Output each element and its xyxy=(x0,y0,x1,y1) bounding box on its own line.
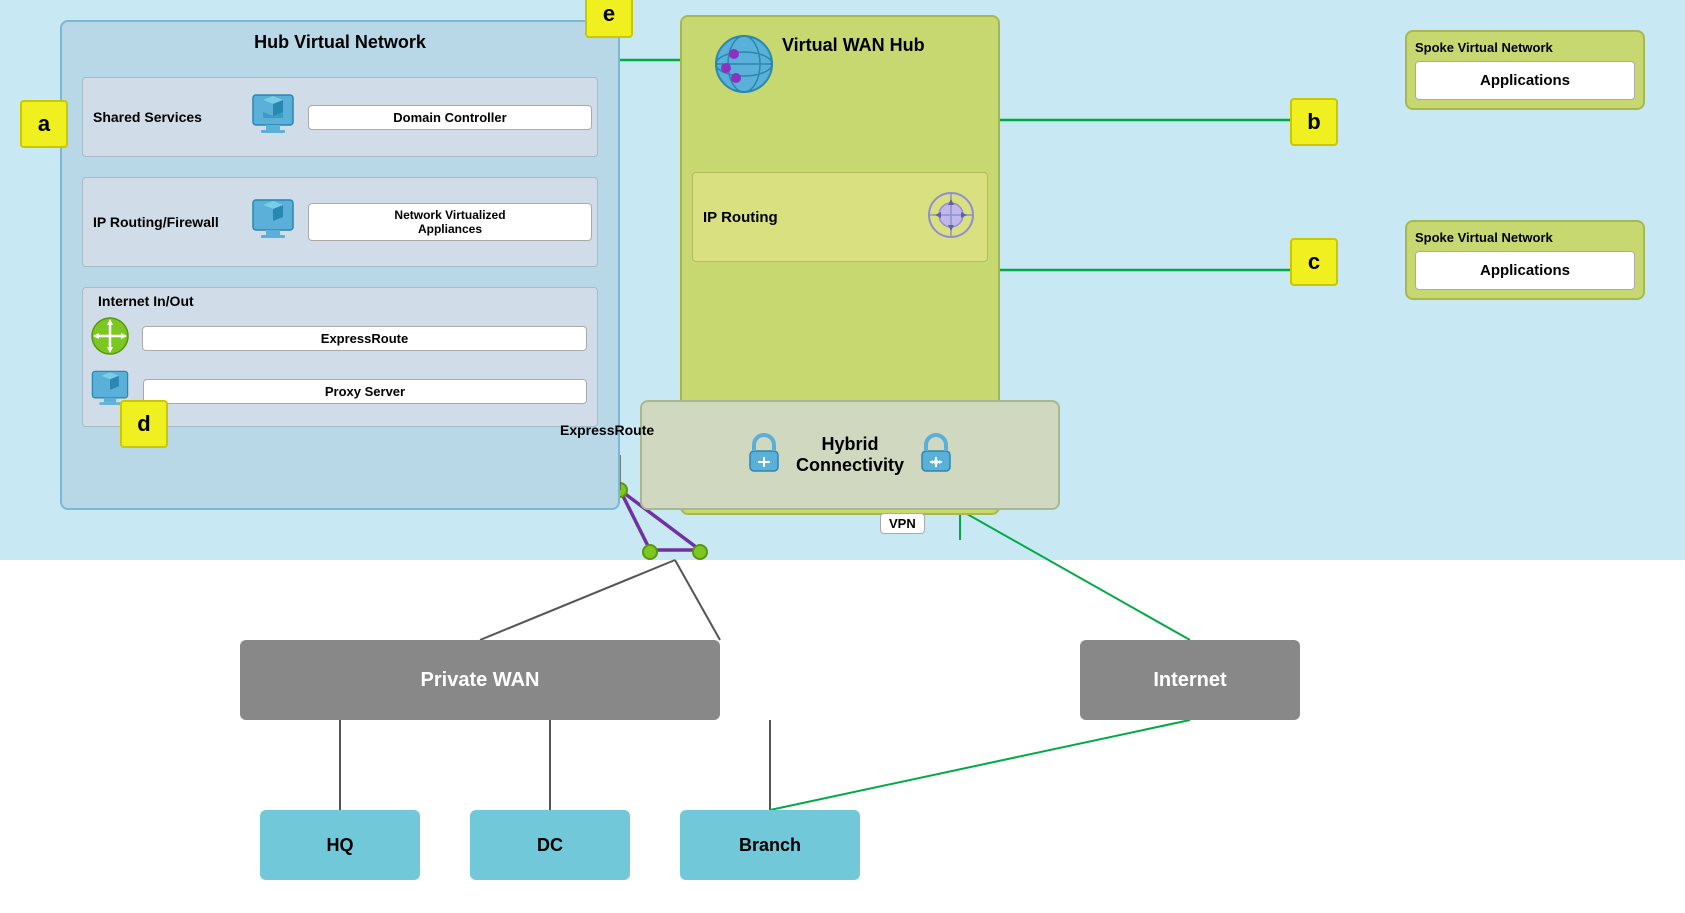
label-e: e xyxy=(585,0,633,38)
wan-ip-routing-icon xyxy=(925,189,977,246)
private-wan-box: Private WAN xyxy=(240,640,720,720)
label-d: d xyxy=(120,400,168,448)
spoke-vnet-bottom: Spoke Virtual Network Applications xyxy=(1405,220,1645,300)
label-c: c xyxy=(1290,238,1338,286)
spoke-vnet-top: Spoke Virtual Network Applications xyxy=(1405,30,1645,110)
wan-hub-title: Virtual WAN Hub xyxy=(782,35,925,56)
app-gateway-icon xyxy=(88,314,132,363)
wan-ip-routing-label: IP Routing xyxy=(703,209,925,226)
hq-terminal: HQ xyxy=(260,810,420,880)
internet-box: Internet xyxy=(1080,640,1300,720)
hybrid-connectivity-title: HybridConnectivity xyxy=(796,434,904,476)
domain-controller-box: Domain Controller xyxy=(308,105,592,130)
ip-routing-section: IP Routing/Firewall Network VirtualizedA… xyxy=(82,177,598,267)
vpn-label: VPN xyxy=(880,513,925,534)
ip-routing-icon xyxy=(243,195,303,250)
expressroute-label: ExpressRoute xyxy=(560,422,654,438)
wan-ip-routing-box: IP Routing xyxy=(692,172,988,262)
label-a: a xyxy=(20,100,68,148)
shared-services-icon xyxy=(243,90,303,145)
ip-routing-label: IP Routing/Firewall xyxy=(83,214,243,230)
spoke-vnet-bottom-title: Spoke Virtual Network xyxy=(1415,230,1635,245)
spoke-vnet-top-title: Spoke Virtual Network xyxy=(1415,40,1635,55)
spoke-vnet-bottom-app: Applications xyxy=(1415,251,1635,290)
app-gateway-row: ExpressRoute xyxy=(88,314,592,363)
app-gateway-box: ExpressRoute xyxy=(142,326,587,351)
network-appliances-box: Network VirtualizedAppliances xyxy=(308,203,592,241)
internet-inout-label: Internet In/Out xyxy=(88,293,248,309)
label-b: b xyxy=(1290,98,1338,146)
spoke-vnet-top-app: Applications xyxy=(1415,61,1635,100)
hybrid-connectivity-box: HybridConnectivity xyxy=(640,400,1060,510)
shared-services-label: Shared Services xyxy=(83,109,243,125)
hybrid-lock-left-icon xyxy=(742,431,786,480)
wan-hub-globe-icon xyxy=(712,32,777,102)
dc-terminal: DC xyxy=(470,810,630,880)
shared-services-section: Shared Services Domain Controller xyxy=(82,77,598,157)
hybrid-lock-right-icon xyxy=(914,431,958,480)
proxy-server-box: Proxy Server xyxy=(143,379,587,404)
branch-terminal: Branch xyxy=(680,810,860,880)
hub-vnet-title: Hub Virtual Network xyxy=(254,32,426,53)
